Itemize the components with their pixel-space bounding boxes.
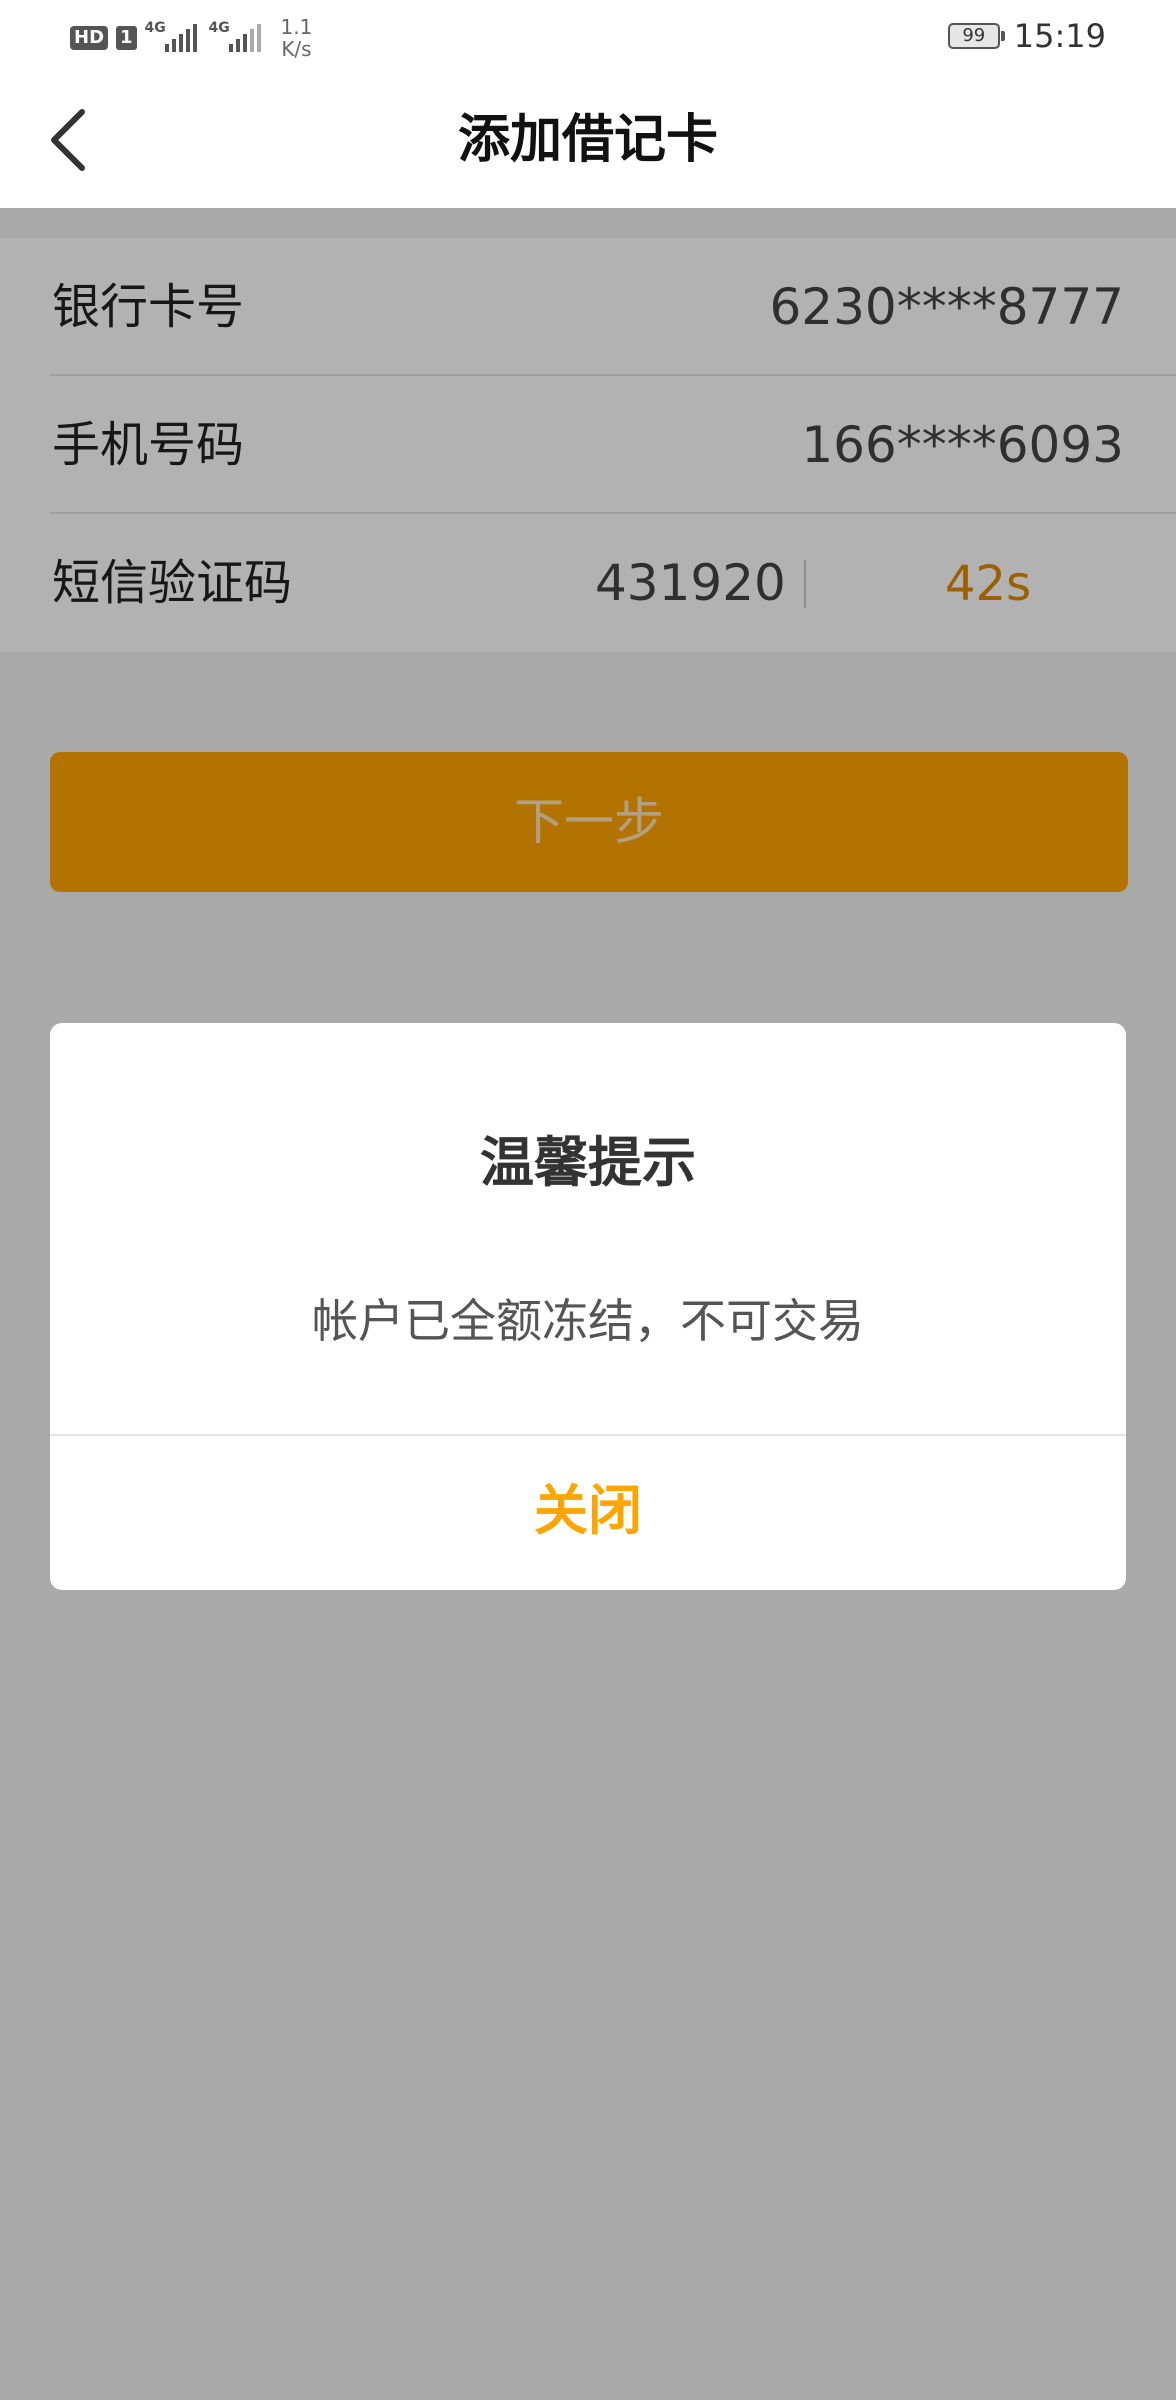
network-type-label: 4G	[144, 20, 166, 36]
chevron-left-icon	[51, 109, 85, 171]
network-speed-unit: K/s	[281, 37, 312, 61]
navigation-bar: 添加借记卡	[0, 72, 1176, 208]
alert-dialog: 温馨提示 帐户已全额冻结，不可交易 关闭	[50, 1023, 1126, 1590]
back-button[interactable]	[40, 102, 110, 178]
close-button[interactable]: 关闭	[50, 1436, 1126, 1590]
signal-strength-icon: 4G	[145, 18, 201, 58]
dialog-title: 温馨提示	[480, 1131, 696, 1194]
sim-icon: 1	[116, 26, 137, 50]
hd-voice-icon: HD	[70, 26, 109, 50]
network-speed-value: 1.1	[280, 15, 313, 39]
network-type-label: 4G	[208, 20, 230, 36]
signal-strength-icon: 4G	[209, 18, 265, 58]
status-bar: HD 1 4G 4G 1.1 K/s 99 15:19	[0, 0, 1176, 72]
battery-icon: 99	[947, 23, 1005, 49]
dialog-message: 帐户已全额冻结，不可交易	[312, 1294, 864, 1348]
clock: 15:19	[1013, 17, 1106, 55]
status-right: 99 15:19	[947, 14, 1106, 58]
network-speed: 1.1 K/s	[281, 16, 313, 60]
page-title: 添加借记卡	[457, 110, 718, 170]
status-left: HD 1 4G 4G 1.1 K/s	[70, 10, 312, 66]
